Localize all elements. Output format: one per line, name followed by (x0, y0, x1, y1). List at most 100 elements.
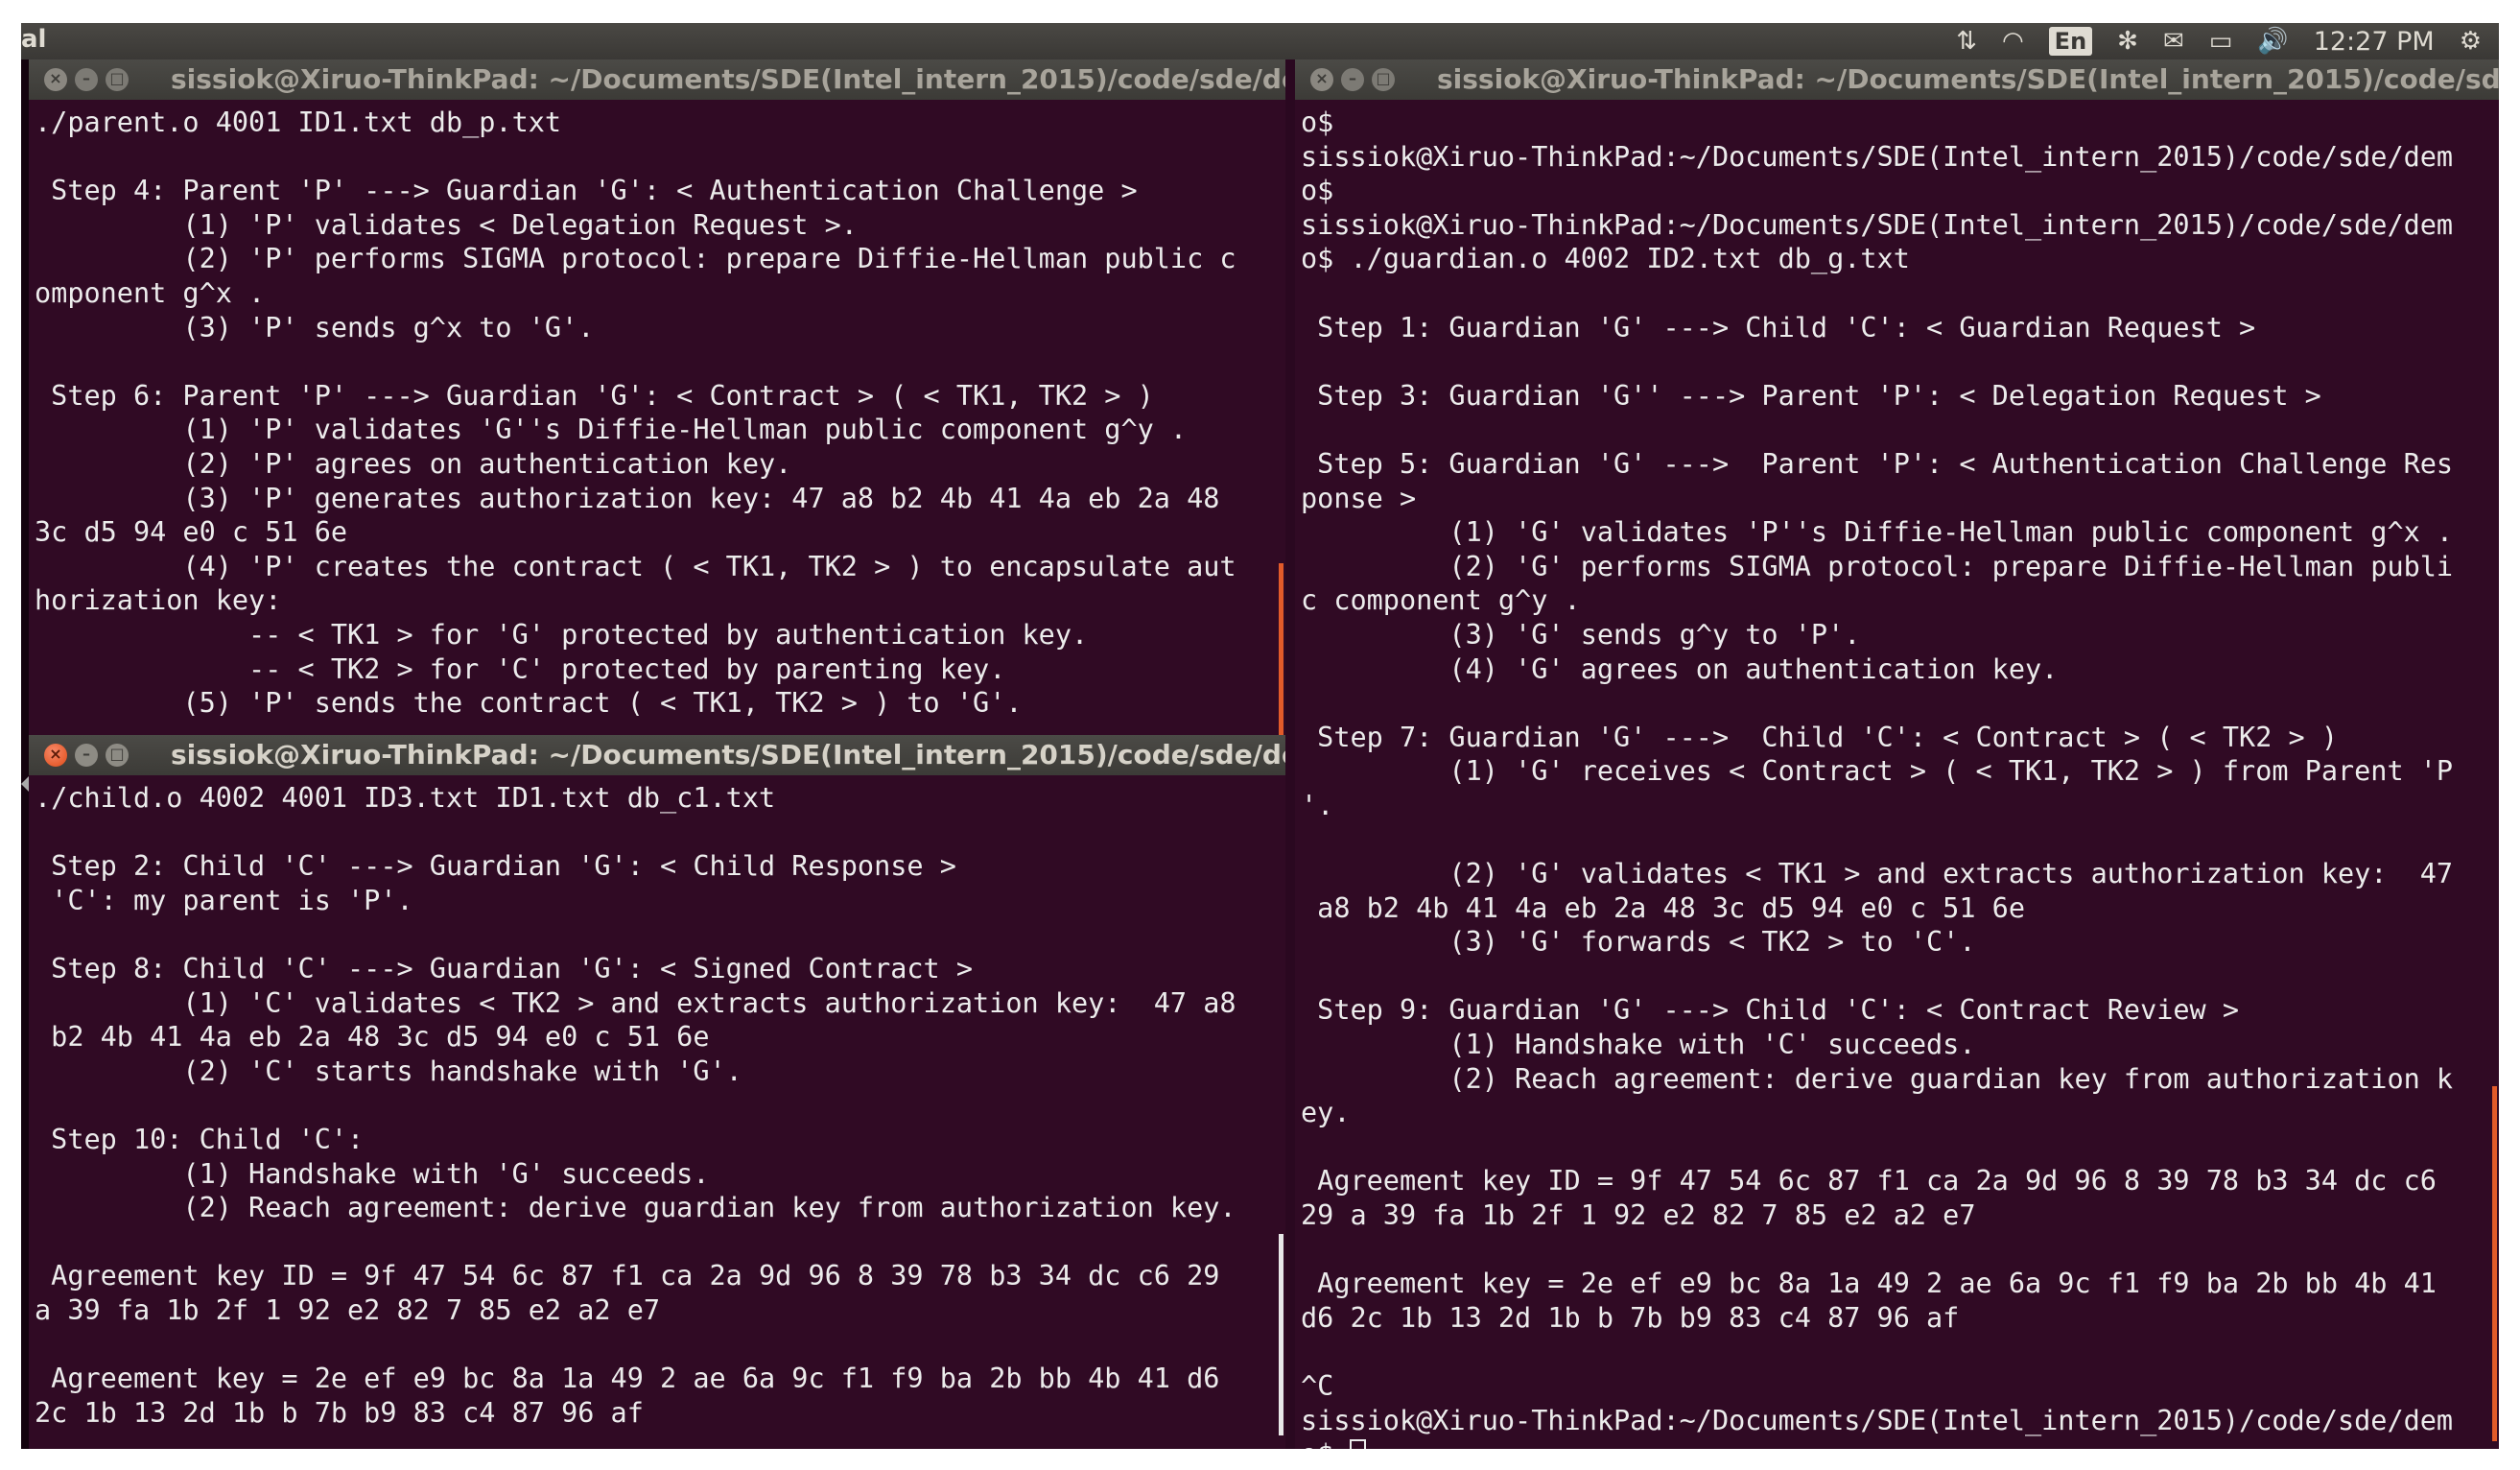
terminal-line: a8 b2 4b 41 4a eb 2a 48 3c d5 94 e0 c 51… (1301, 891, 2025, 924)
terminal-window-parent[interactable]: × – □ sissiok@Xiruo-ThinkPad: ~/Document… (29, 59, 1285, 741)
terminal-line: Step 10: Child 'C': (35, 1123, 365, 1155)
mail-icon[interactable]: ✉ (2163, 27, 2184, 56)
titlebar[interactable]: × – □ sissiok@Xiruo-ThinkPad: ~/Document… (29, 735, 1285, 775)
terminal-line: (2) 'P' agrees on authentication key. (35, 447, 792, 480)
terminal-line: (4) 'G' agrees on authentication key. (1301, 652, 2059, 685)
terminal-line: c component g^y . (1301, 584, 1581, 617)
maximize-button[interactable]: □ (1372, 68, 1395, 91)
app-menu-fragment[interactable]: al (21, 25, 46, 54)
window-title: sissiok@Xiruo-ThinkPad: ~/Documents/SDE(… (171, 63, 1285, 95)
terminal-line: (3) 'P' generates authorization key: 47 … (35, 482, 1220, 514)
terminal-line: Step 3: Guardian 'G'' ---> Parent 'P': <… (1301, 379, 2321, 412)
terminal-line: Step 7: Guardian 'G' ---> Child 'C': < C… (1301, 721, 2338, 753)
screen-edge (21, 59, 29, 1449)
terminal-window-guardian[interactable]: × – □ sissiok@Xiruo-ThinkPad: ~/Document… (1295, 59, 2499, 1449)
minimize-button[interactable]: – (1341, 68, 1364, 91)
bluetooth-icon[interactable]: ✻ (2117, 27, 2138, 56)
terminal-line: Agreement key = 2e ef e9 bc 8a 1a 49 2 a… (1301, 1268, 2437, 1300)
terminal-line: (5) 'P' sends the contract ( < TK1, TK2 … (35, 687, 1023, 720)
terminal-line: 2c 1b 13 2d 1b b 7b b9 83 c4 87 96 af (35, 1396, 644, 1429)
terminal-output[interactable]: ./child.o 4002 4001 ID3.txt ID1.txt db_c… (29, 781, 1285, 1449)
terminal-line: (2) 'C' starts handshake with 'G'. (35, 1055, 742, 1087)
terminal-line: ponse > (1301, 482, 1417, 514)
terminal-line: (1) 'G' receives < Contract > ( < TK1, T… (1301, 755, 2454, 788)
network-icon[interactable]: ⇅ (1956, 27, 1977, 56)
volume-icon[interactable]: 🔊 (2257, 27, 2288, 56)
terminal-line: (1) 'P' validates 'G''s Diffie-Hellman p… (35, 414, 1188, 446)
terminal-line: horization key: (35, 584, 282, 617)
maximize-button[interactable]: □ (106, 68, 129, 91)
window-title: sissiok@Xiruo-ThinkPad: ~/Documents/SDE(… (1437, 63, 2499, 95)
terminal-line: a 39 fa 1b 2f 1 92 e2 82 7 85 e2 a2 e7 (35, 1293, 661, 1326)
titlebar[interactable]: × – □ sissiok@Xiruo-ThinkPad: ~/Document… (29, 59, 1285, 100)
battery-icon[interactable]: ▭ (2209, 27, 2233, 56)
terminal-line: o$ ./guardian.o 4002 ID2.txt db_g.txt (1301, 243, 1910, 275)
terminal-line: 3c d5 94 e0 c 51 6e (35, 516, 348, 549)
terminal-line: (3) 'P' sends g^x to 'G'. (35, 311, 595, 344)
terminal-line: o$ (1301, 175, 1334, 207)
scrollbar[interactable] (2492, 1086, 2497, 1441)
titlebar[interactable]: × – □ sissiok@Xiruo-ThinkPad: ~/Document… (1295, 59, 2499, 100)
keyboard-language-indicator[interactable]: En (2048, 27, 2093, 56)
terminal-line: 29 a 39 fa 1b 2f 1 92 e2 82 7 85 e2 a2 e… (1301, 1199, 1976, 1231)
clock[interactable]: 12:27 PM (2314, 27, 2435, 57)
close-button[interactable]: × (44, 68, 67, 91)
prompt-line[interactable]: o$ (1301, 1437, 2499, 1449)
terminal-line: sissiok@Xiruo-ThinkPad:~/Documents/SDE(I… (1301, 140, 2454, 173)
terminal-line: Step 2: Child 'C' ---> Guardian 'G': < C… (35, 850, 956, 883)
terminal-line: Step 8: Child 'C' ---> Guardian 'G': < S… (35, 952, 974, 984)
terminal-line: (1) 'C' validates < TK2 > and extracts a… (35, 986, 1236, 1019)
terminal-line: omponent g^x . (35, 276, 266, 309)
window-title: sissiok@Xiruo-ThinkPad: ~/Documents/SDE(… (171, 739, 1285, 771)
terminal-line: (3) 'G' forwards < TK2 > to 'C'. (1301, 926, 1976, 959)
terminal-line: sissiok@Xiruo-ThinkPad:~/Documents/SDE(I… (1301, 208, 2454, 241)
terminal-line: (2) Reach agreement: derive guardian key… (1301, 1062, 2454, 1095)
minimize-button[interactable]: – (75, 744, 98, 767)
terminal-line: (2) 'G' validates < TK1 > and extracts a… (1301, 858, 2454, 890)
scrollbar[interactable] (1279, 563, 1284, 736)
terminal-line: '. (1301, 789, 1334, 821)
maximize-button[interactable]: □ (106, 744, 129, 767)
scrollbar[interactable] (1279, 1234, 1284, 1435)
settings-gear-icon[interactable]: ⚙ (2460, 27, 2482, 56)
terminal-line: d6 2c 1b 13 2d 1b b 7b b9 83 c4 87 96 af (1301, 1301, 1960, 1334)
close-button[interactable]: × (1310, 68, 1333, 91)
terminal-output[interactable]: o$ sissiok@Xiruo-ThinkPad:~/Documents/SDE… (1295, 106, 2499, 1449)
terminal-line: (1) 'P' validates < Delegation Request >… (35, 208, 858, 241)
top-panel: al ⇅ ◠ En ✻ ✉ ▭ 🔊 12:27 PM ⚙ (21, 23, 2499, 59)
terminal-line: ey. (1301, 1097, 1351, 1129)
terminal-line: Agreement key ID = 9f 47 54 6c 87 f1 ca … (1301, 1165, 2437, 1197)
terminal-line: (1) Handshake with 'C' succeeds. (1301, 1029, 1976, 1061)
terminal-line: Step 1: Guardian 'G' ---> Child 'C': < G… (1301, 311, 2256, 344)
terminal-window-child[interactable]: × – □ sissiok@Xiruo-ThinkPad: ~/Document… (29, 735, 1285, 1449)
terminal-line: Step 5: Guardian 'G' ---> Parent 'P': < … (1301, 447, 2454, 480)
terminal-line: Agreement key ID = 9f 47 54 6c 87 f1 ca … (35, 1260, 1220, 1292)
terminal-line: (1) Handshake with 'G' succeeds. (35, 1157, 710, 1190)
terminal-line: Step 6: Parent 'P' ---> Guardian 'G': < … (35, 379, 1154, 412)
terminal-line: (3) 'G' sends g^y to 'P'. (1301, 618, 1861, 651)
terminal-line: -- < TK1 > for 'G' protected by authenti… (35, 618, 1089, 651)
terminal-line: Step 4: Parent 'P' ---> Guardian 'G': < … (35, 175, 1138, 207)
terminal-line: (2) Reach agreement: derive guardian key… (35, 1192, 1236, 1224)
terminal-line: 'C': my parent is 'P'. (35, 884, 413, 916)
minimize-button[interactable]: – (75, 68, 98, 91)
wifi-icon[interactable]: ◠ (2002, 27, 2024, 56)
terminal-line: ^C (1301, 1369, 1334, 1402)
terminal-output[interactable]: ./parent.o 4001 ID1.txt db_p.txt Step 4:… (29, 106, 1285, 741)
close-button[interactable]: × (44, 744, 67, 767)
terminal-line: b2 4b 41 4a eb 2a 48 3c d5 94 e0 c 51 6e (35, 1021, 710, 1054)
terminal-line: ./parent.o 4001 ID1.txt db_p.txt (35, 107, 562, 138)
